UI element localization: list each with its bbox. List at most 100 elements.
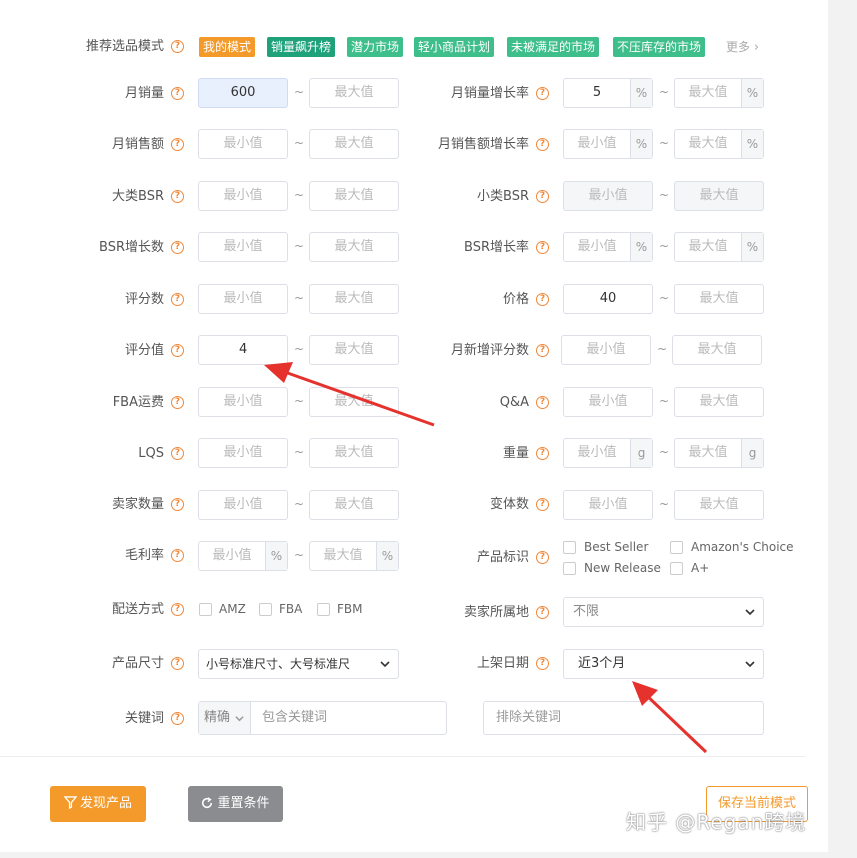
rating-min-input[interactable]: 4: [198, 335, 288, 365]
percent-suffix: %: [376, 542, 398, 570]
seller-count-max-input[interactable]: 最大值: [309, 490, 399, 520]
main-bsr-min-input[interactable]: 最小值: [198, 181, 288, 211]
best-seller-checkbox[interactable]: [563, 541, 576, 554]
revenue-min-input[interactable]: 最小值: [198, 129, 288, 159]
help-icon[interactable]: ?: [536, 498, 549, 511]
a-plus-checkbox[interactable]: [670, 562, 683, 575]
more-link[interactable]: 更多 ›: [726, 38, 759, 55]
help-icon[interactable]: ?: [171, 138, 184, 151]
fba-fee-min-input[interactable]: 最小值: [198, 387, 288, 417]
help-icon[interactable]: ?: [171, 549, 184, 562]
filter-label: 卖家所属地: [463, 605, 529, 620]
help-icon[interactable]: ?: [171, 603, 184, 616]
mode-tag-light-small[interactable]: 轻小商品计划: [414, 37, 495, 57]
monthly-sales-min-input[interactable]: 600: [198, 78, 288, 108]
help-icon[interactable]: ?: [171, 40, 184, 53]
mode-tag-unmet-market[interactable]: 未被满足的市场: [507, 37, 600, 57]
help-icon[interactable]: ?: [536, 190, 549, 203]
price-min-input[interactable]: 40: [563, 284, 653, 314]
help-icon[interactable]: ?: [536, 657, 549, 670]
main-bsr-max-input[interactable]: 最大值: [309, 181, 399, 211]
listing-date-select[interactable]: 近3个月: [563, 649, 764, 679]
variant-count-min-input[interactable]: 最小值: [563, 490, 653, 520]
discover-products-button[interactable]: 发现产品: [50, 786, 146, 822]
help-icon[interactable]: ?: [171, 241, 184, 254]
sales-growth-max-input[interactable]: 最大值%: [674, 78, 764, 108]
help-icon[interactable]: ?: [536, 87, 549, 100]
filter-label: 上架日期: [476, 656, 529, 671]
filter-label: 大类BSR: [112, 189, 164, 204]
help-icon[interactable]: ?: [171, 498, 184, 511]
help-icon[interactable]: ?: [536, 344, 549, 357]
mode-tag-my-mode[interactable]: 我的模式: [199, 37, 256, 57]
new-reviews-min-input[interactable]: 最小值: [561, 335, 651, 365]
new-reviews-max-input[interactable]: 最大值: [672, 335, 762, 365]
monthly-sales-max-input[interactable]: 最大值: [309, 78, 399, 108]
bsr-growth-rate-min-input[interactable]: 最小值%: [563, 232, 653, 262]
review-count-min-input[interactable]: 最小值: [198, 284, 288, 314]
help-icon[interactable]: ?: [536, 447, 549, 460]
help-icon[interactable]: ?: [536, 293, 549, 306]
reset-conditions-button[interactable]: 重置条件: [188, 786, 283, 822]
mode-tag-sales-surge[interactable]: 销量飙升榜: [267, 37, 336, 57]
new-release-checkbox[interactable]: [563, 562, 576, 575]
bsr-growth-count-max-input[interactable]: 最大值: [309, 232, 399, 262]
amazons-choice-checkbox[interactable]: [670, 541, 683, 554]
exclude-keyword-input[interactable]: 排除关键词: [483, 701, 764, 735]
mode-tag-no-inventory[interactable]: 不压库存的市场: [613, 37, 706, 57]
range-separator: ~: [294, 291, 305, 305]
help-icon[interactable]: ?: [171, 712, 184, 725]
margin-max-input[interactable]: 最大值%: [309, 541, 399, 571]
variant-count-max-input[interactable]: 最大值: [674, 490, 764, 520]
help-icon[interactable]: ?: [171, 293, 184, 306]
margin-min-input[interactable]: 最小值%: [198, 541, 288, 571]
seller-count-min-input[interactable]: 最小值: [198, 490, 288, 520]
fba-fee-max-input[interactable]: 最大值: [309, 387, 399, 417]
revenue-growth-min-input[interactable]: 最小值%: [563, 129, 653, 159]
fba-checkbox[interactable]: [259, 603, 272, 616]
help-icon[interactable]: ?: [536, 241, 549, 254]
fbm-checkbox[interactable]: [317, 603, 330, 616]
sales-growth-min-input[interactable]: 5%: [563, 78, 653, 108]
bsr-growth-rate-max-input[interactable]: 最大值%: [674, 232, 764, 262]
qa-max-input[interactable]: 最大值: [674, 387, 764, 417]
amz-checkbox[interactable]: [199, 603, 212, 616]
range-separator: ~: [294, 342, 305, 356]
qa-min-input[interactable]: 最小值: [563, 387, 653, 417]
help-icon[interactable]: ?: [536, 138, 549, 151]
range-separator: ~: [294, 394, 305, 408]
mode-tag-potential-market[interactable]: 潜力市场: [347, 37, 404, 57]
help-icon[interactable]: ?: [171, 396, 184, 409]
revenue-max-input[interactable]: 最大值: [309, 129, 399, 159]
help-icon[interactable]: ?: [171, 190, 184, 203]
range-separator: ~: [659, 188, 670, 202]
rating-max-input[interactable]: 最大值: [309, 335, 399, 365]
price-max-input[interactable]: 最大值: [674, 284, 764, 314]
weight-max-input[interactable]: 最大值 g: [674, 438, 764, 468]
help-icon[interactable]: ?: [536, 606, 549, 619]
weight-min-input[interactable]: 最小值 g: [563, 438, 653, 468]
range-separator: ~: [659, 291, 670, 305]
filter-label: 小类BSR: [477, 189, 529, 204]
product-size-select[interactable]: 小号标准尺寸、大号标准尺: [198, 649, 399, 679]
help-icon[interactable]: ?: [171, 344, 184, 357]
lqs-max-input[interactable]: 最大值: [309, 438, 399, 468]
gram-suffix: g: [741, 439, 763, 467]
filter-label: 月新增评分数: [450, 343, 529, 358]
lqs-min-input[interactable]: 最小值: [198, 438, 288, 468]
help-icon[interactable]: ?: [171, 87, 184, 100]
match-type-select[interactable]: 精确: [199, 702, 251, 734]
range-separator: ~: [294, 445, 305, 459]
review-count-max-input[interactable]: 最大值: [309, 284, 399, 314]
help-icon[interactable]: ?: [536, 396, 549, 409]
filter-label: 评分值: [124, 343, 164, 358]
include-keyword-input[interactable]: 包含关键词: [262, 702, 327, 734]
sub-bsr-min-input[interactable]: 最小值: [563, 181, 653, 211]
sub-bsr-max-input[interactable]: 最大值: [674, 181, 764, 211]
bsr-growth-count-min-input[interactable]: 最小值: [198, 232, 288, 262]
help-icon[interactable]: ?: [171, 657, 184, 670]
seller-location-select[interactable]: 不限: [563, 597, 764, 627]
help-icon[interactable]: ?: [171, 447, 184, 460]
help-icon[interactable]: ?: [536, 551, 549, 564]
revenue-growth-max-input[interactable]: 最大值%: [674, 129, 764, 159]
